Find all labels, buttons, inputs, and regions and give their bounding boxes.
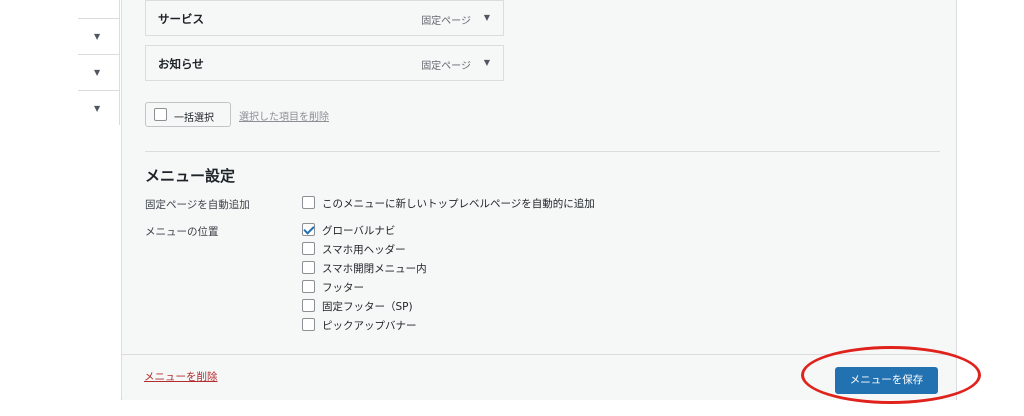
menu-item-type: 固定ページ <box>421 61 471 72</box>
location-checkbox[interactable] <box>302 261 315 274</box>
location-checkbox[interactable] <box>302 280 315 293</box>
menu-location-label: メニューの位置 <box>145 226 219 238</box>
location-option-label: スマホ開閉メニュー内 <box>322 263 427 275</box>
delete-selected-link[interactable]: 選択した項目を削除 <box>239 108 329 123</box>
menu-item[interactable]: お知らせ 固定ページ ▼ <box>145 45 504 81</box>
auto-add-text: このメニューに新しいトップレベルページを自動的に追加 <box>322 198 595 210</box>
chevron-down-icon[interactable]: ▼ <box>484 58 490 67</box>
chevron-down-icon[interactable]: ▼ <box>484 13 490 22</box>
highlight-annotation <box>801 346 981 404</box>
sidebar-accordion-row[interactable]: ▼ <box>78 54 120 90</box>
divider <box>145 151 940 152</box>
location-option-label: 固定フッター（SP) <box>322 301 413 313</box>
menu-edit-panel: サービス 固定ページ ▼ お知らせ 固定ページ ▼ 一括選択 選択した項目を削除… <box>121 0 957 400</box>
location-option-label: グローバルナビ <box>322 225 396 237</box>
bulk-select-label: 一括選択 <box>174 113 214 124</box>
sidebar-accordion-row[interactable]: ▼ <box>78 18 120 54</box>
sidebar-accordion: ▼ ▼ ▼ <box>78 0 120 125</box>
location-option-label: フッター <box>322 282 364 294</box>
sidebar-accordion-row[interactable]: ▼ <box>78 90 120 126</box>
auto-add-checkbox[interactable] <box>302 196 315 209</box>
bulk-select-checkbox[interactable] <box>154 108 167 121</box>
menu-item-title: サービス <box>158 12 204 26</box>
chevron-down-icon[interactable]: ▼ <box>94 32 100 41</box>
location-checkbox[interactable] <box>302 242 315 255</box>
delete-menu-link[interactable]: メニューを削除 <box>144 369 218 384</box>
menu-item-type: 固定ページ <box>421 16 471 27</box>
chevron-down-icon[interactable]: ▼ <box>94 68 100 77</box>
location-checkbox[interactable] <box>302 318 315 331</box>
location-checkbox[interactable] <box>302 299 315 312</box>
bulk-select-button[interactable]: 一括選択 <box>145 102 231 127</box>
menu-item-title: お知らせ <box>158 57 204 71</box>
location-option-label: スマホ用ヘッダー <box>322 244 406 256</box>
menu-item[interactable]: サービス 固定ページ ▼ <box>145 0 504 36</box>
auto-add-label: 固定ページを自動追加 <box>145 199 250 211</box>
menu-settings-title: メニュー設定 <box>145 167 236 185</box>
location-option-label: ピックアップバナー <box>322 320 417 332</box>
location-checkbox[interactable] <box>302 223 315 236</box>
chevron-down-icon[interactable]: ▼ <box>94 104 100 113</box>
